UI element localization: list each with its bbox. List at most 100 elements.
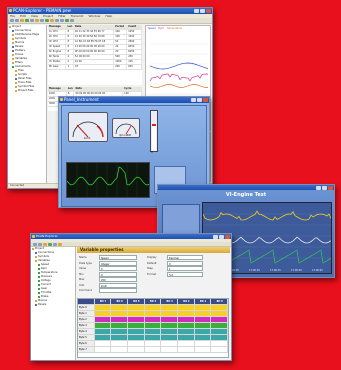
bit-cell[interactable] bbox=[178, 347, 195, 352]
close-button[interactable] bbox=[206, 9, 211, 13]
bit-cell[interactable] bbox=[178, 335, 195, 340]
bit-cell[interactable] bbox=[128, 317, 145, 322]
bit-cell[interactable] bbox=[161, 317, 179, 322]
bit-cell[interactable] bbox=[94, 305, 112, 310]
bit-cell[interactable] bbox=[111, 335, 129, 340]
main-title-bar[interactable]: PCAN-Explorer - PEMAIN.pew bbox=[8, 8, 212, 14]
bit-cell[interactable] bbox=[194, 347, 212, 352]
menu-filter[interactable]: Filter bbox=[58, 14, 65, 18]
open-icon[interactable] bbox=[38, 242, 42, 246]
tree-item[interactable]: Panels bbox=[31, 303, 75, 307]
menu-edit[interactable]: Edit bbox=[20, 14, 26, 18]
connect-icon[interactable] bbox=[40, 19, 44, 22]
field-input[interactable]: km/h bbox=[99, 282, 137, 288]
bit-cell[interactable] bbox=[111, 311, 129, 316]
bit-cell[interactable] bbox=[144, 341, 162, 346]
field-input[interactable]: Speed bbox=[99, 255, 137, 260]
minimize-button[interactable] bbox=[191, 98, 196, 102]
tree-item[interactable]: Project Files bbox=[8, 89, 46, 93]
bit-cell[interactable] bbox=[161, 335, 179, 340]
field-input[interactable]: 0 bbox=[99, 266, 137, 271]
new-icon[interactable] bbox=[33, 242, 37, 246]
column-header[interactable]: Message bbox=[48, 25, 67, 29]
bit-cell[interactable] bbox=[211, 335, 228, 340]
table-row[interactable]: 8h Gear 1 03 200 625 bbox=[48, 65, 142, 70]
bit-cell[interactable] bbox=[211, 305, 228, 310]
bit-cell[interactable] bbox=[111, 323, 129, 328]
play-icon[interactable] bbox=[50, 19, 54, 22]
field-input[interactable]: 1 bbox=[167, 266, 203, 271]
paste-icon[interactable] bbox=[35, 19, 39, 22]
menu-transmit[interactable]: Transmit bbox=[71, 14, 84, 18]
bit-cell[interactable] bbox=[161, 329, 179, 334]
bit-cell[interactable] bbox=[161, 341, 179, 346]
bit-cell[interactable] bbox=[128, 329, 145, 334]
maximize-button[interactable] bbox=[200, 9, 205, 13]
bit-cell[interactable] bbox=[128, 323, 145, 328]
menu-file[interactable]: File bbox=[10, 14, 15, 18]
column-header[interactable]: Message bbox=[48, 87, 67, 91]
bit-cell[interactable] bbox=[128, 341, 145, 346]
maximize-button[interactable] bbox=[197, 98, 202, 102]
field-input[interactable] bbox=[99, 288, 137, 293]
bit-cell[interactable] bbox=[211, 341, 228, 346]
cut-icon[interactable] bbox=[48, 242, 52, 246]
bit-cell[interactable] bbox=[128, 305, 145, 310]
bit-cell[interactable] bbox=[94, 311, 112, 316]
open-icon[interactable] bbox=[15, 19, 19, 22]
bit-cell[interactable] bbox=[211, 347, 228, 352]
column-header[interactable]: Len bbox=[66, 87, 75, 91]
field-input[interactable]: 0 bbox=[99, 271, 137, 277]
bit-cell[interactable] bbox=[161, 323, 179, 328]
bit-cell[interactable] bbox=[194, 311, 212, 316]
properties-title-bar[interactable]: PCAN-Explorer bbox=[31, 234, 231, 239]
bit-cell[interactable] bbox=[144, 323, 162, 328]
menu-project[interactable]: Project bbox=[43, 14, 53, 18]
bit-cell[interactable] bbox=[178, 323, 195, 328]
bit-cell[interactable] bbox=[144, 329, 162, 334]
bit-cell[interactable] bbox=[194, 341, 212, 346]
bit-cell[interactable] bbox=[94, 347, 112, 352]
copy-icon[interactable] bbox=[53, 242, 57, 246]
bit-cell[interactable] bbox=[178, 317, 195, 322]
menu-help[interactable]: Help bbox=[105, 14, 112, 18]
copy-icon[interactable] bbox=[30, 19, 34, 22]
new-icon[interactable] bbox=[10, 19, 14, 22]
column-header[interactable]: Count bbox=[127, 25, 142, 29]
close-button[interactable] bbox=[203, 98, 208, 102]
save-icon[interactable] bbox=[43, 242, 47, 246]
bit-cell[interactable] bbox=[94, 329, 112, 334]
field-input[interactable]: Decimal bbox=[167, 255, 203, 260]
bit-cell[interactable] bbox=[161, 347, 179, 352]
record-icon[interactable] bbox=[60, 19, 64, 22]
bit-cell[interactable] bbox=[144, 311, 162, 316]
column-header[interactable]: Len bbox=[66, 25, 74, 29]
bit-cell[interactable] bbox=[128, 311, 145, 316]
bit-cell[interactable] bbox=[128, 347, 145, 352]
bit-cell[interactable] bbox=[211, 311, 228, 316]
menu-window[interactable]: Window bbox=[89, 14, 101, 18]
field-input[interactable]: 0 bbox=[167, 260, 203, 266]
column-header[interactable]: Cycle bbox=[123, 87, 142, 91]
field-input[interactable]: %d bbox=[167, 271, 203, 277]
menu-view[interactable]: View bbox=[31, 14, 38, 18]
help-icon[interactable] bbox=[70, 19, 74, 22]
bit-cell[interactable] bbox=[111, 341, 129, 346]
bit-cell[interactable] bbox=[178, 305, 195, 310]
bit-cell[interactable] bbox=[144, 347, 162, 352]
column-header[interactable]: Data bbox=[73, 25, 115, 29]
bit-cell[interactable] bbox=[144, 335, 162, 340]
close-button[interactable] bbox=[225, 235, 230, 239]
bit-cell[interactable] bbox=[194, 323, 212, 328]
instrument-title-bar[interactable]: Panel_Instrument bbox=[59, 97, 209, 103]
stop-icon[interactable] bbox=[55, 19, 59, 22]
minimize-button[interactable] bbox=[194, 9, 199, 13]
bit-cell[interactable] bbox=[211, 317, 228, 322]
field-input[interactable]: Integer bbox=[99, 260, 137, 266]
bit-cell[interactable] bbox=[94, 341, 112, 346]
paste-icon[interactable] bbox=[58, 242, 62, 246]
bit-cell[interactable] bbox=[111, 347, 129, 352]
bit-cell[interactable] bbox=[161, 305, 179, 310]
bit-cell[interactable] bbox=[111, 317, 129, 322]
bit-cell[interactable] bbox=[161, 311, 179, 316]
